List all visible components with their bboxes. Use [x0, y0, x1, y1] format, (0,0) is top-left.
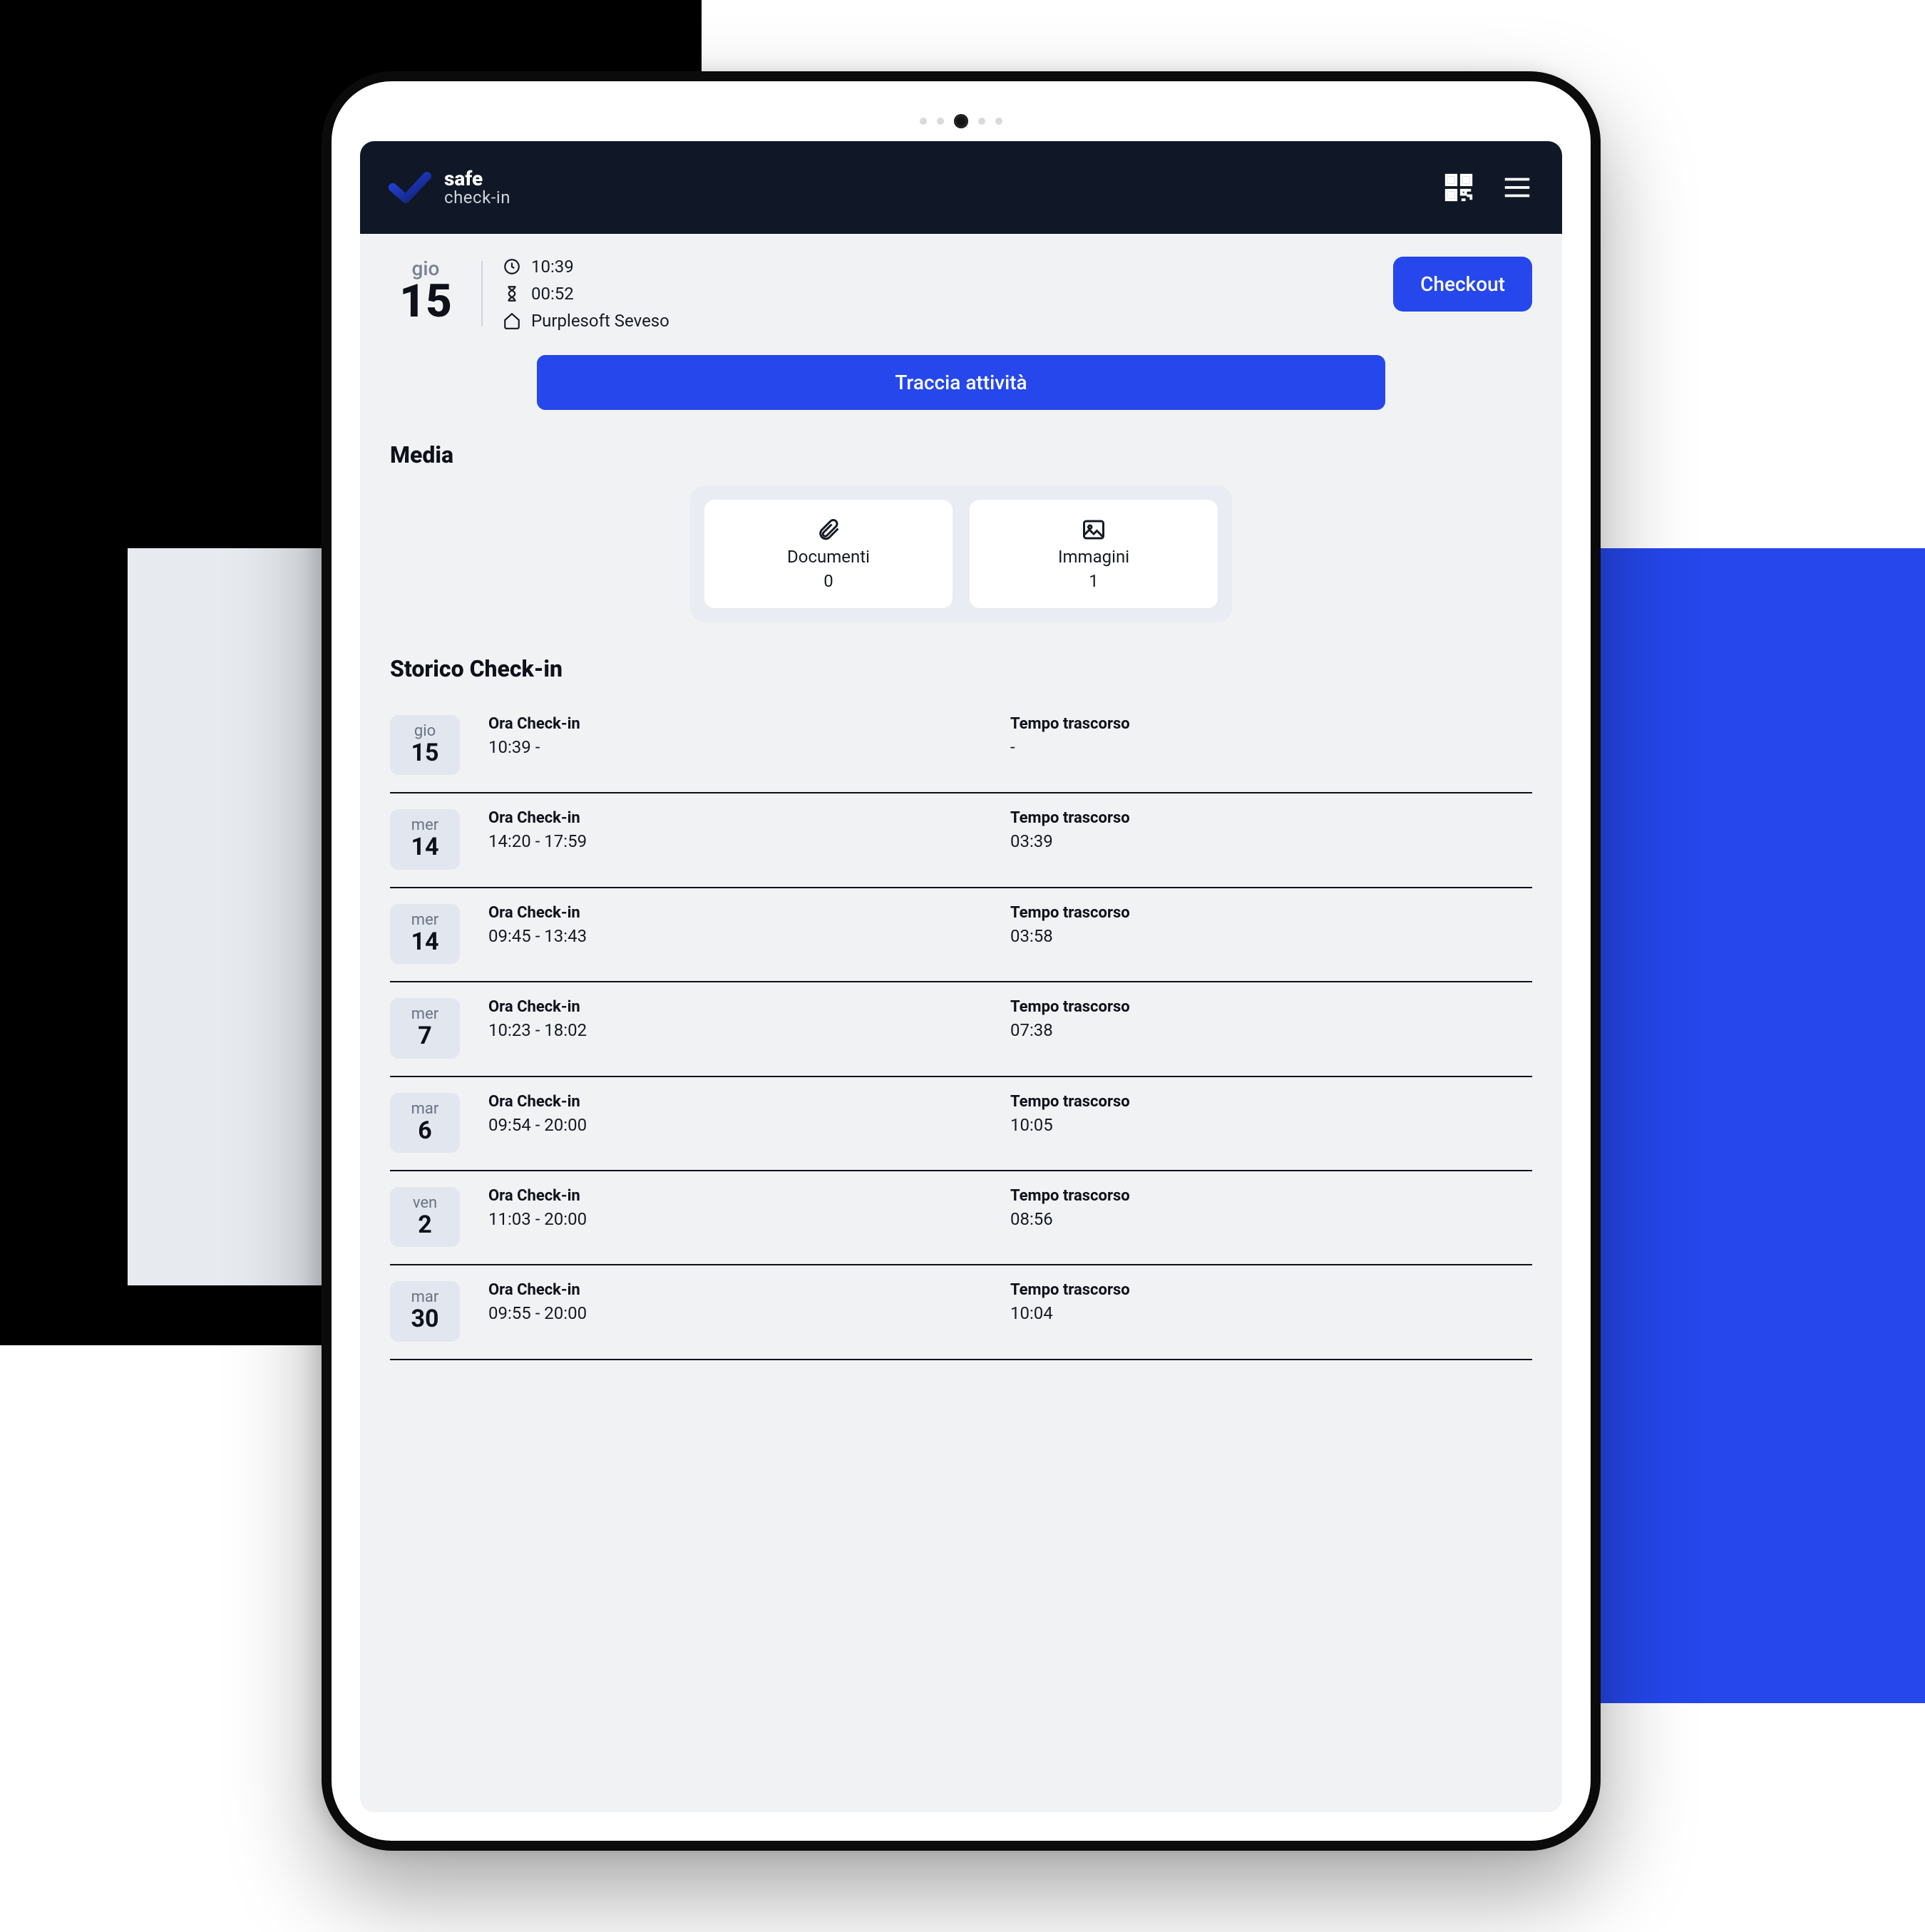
history-row[interactable]: gio 15 Ora Check-in 10:39 - Tempo trasco… — [390, 699, 1532, 793]
history-checkin-value: 14:20 - 17:59 — [488, 831, 1010, 851]
history-checkin-value: 10:39 - — [488, 737, 1010, 757]
history-checkin-value: 09:55 - 20:00 — [488, 1303, 1010, 1323]
history-day: 14 — [411, 929, 438, 955]
elapsed-value: 00:52 — [531, 284, 574, 304]
divider — [481, 261, 483, 327]
history-weekday: mar — [411, 1288, 439, 1306]
history-weekday: mer — [411, 911, 438, 929]
check-logo-icon — [389, 166, 431, 209]
history-elapsed-label: Tempo trascorso — [1010, 1187, 1532, 1205]
history-day: 14 — [411, 834, 438, 860]
menu-icon[interactable] — [1501, 171, 1534, 204]
history-elapsed-value: 10:05 — [1010, 1115, 1532, 1135]
current-date: gio 15 — [390, 257, 461, 324]
history-weekday: ven — [413, 1194, 437, 1212]
brand-line2: check-in — [444, 189, 510, 206]
history-checkin-value: 09:54 - 20:00 — [488, 1115, 1010, 1135]
tablet-screen: safe check-in gio 15 — [332, 81, 1591, 1841]
history-row[interactable]: mer 14 Ora Check-in 14:20 - 17:59 Tempo … — [390, 793, 1532, 888]
elapsed-row: 00:52 — [503, 284, 669, 304]
history-weekday: mer — [411, 816, 438, 834]
history-checkin-value: 10:23 - 18:02 — [488, 1020, 1010, 1040]
images-count: 1 — [1089, 571, 1099, 591]
history-elapsed-value: 03:58 — [1010, 926, 1532, 946]
history-date-chip: mar 30 — [390, 1281, 460, 1341]
history-checkin-value: 09:45 - 13:43 — [488, 926, 1010, 946]
tablet-notch — [360, 114, 1562, 128]
history-elapsed-value: 10:04 — [1010, 1303, 1532, 1323]
attachment-icon — [816, 517, 841, 543]
clock-icon — [503, 257, 521, 276]
location-row: Purplesoft Seveso — [503, 311, 669, 331]
media-section-title: Media — [390, 441, 1532, 468]
history-day: 2 — [418, 1212, 432, 1238]
tablet-frame: safe check-in gio 15 — [322, 71, 1601, 1851]
hourglass-icon — [503, 284, 521, 303]
image-icon — [1081, 517, 1107, 543]
history-row[interactable]: ven 2 Ora Check-in 11:03 - 20:00 Tempo t… — [390, 1171, 1532, 1265]
history-row[interactable]: mar 6 Ora Check-in 09:54 - 20:00 Tempo t… — [390, 1077, 1532, 1171]
history-day: 7 — [418, 1023, 432, 1049]
app-header: safe check-in — [360, 141, 1562, 234]
history-elapsed-label: Tempo trascorso — [1010, 998, 1532, 1016]
history-date-chip: mer 14 — [390, 904, 460, 964]
history-date-chip: mar 6 — [390, 1093, 460, 1153]
history-checkin-label: Ora Check-in — [488, 904, 1010, 922]
history-checkin-label: Ora Check-in — [488, 1093, 1010, 1111]
track-activity-button[interactable]: Traccia attività — [537, 355, 1385, 410]
summary-row: gio 15 10:39 00:52 — [390, 257, 1532, 331]
history-checkin-value: 11:03 - 20:00 — [488, 1209, 1010, 1229]
history-elapsed-label: Tempo trascorso — [1010, 1093, 1532, 1111]
history-checkin-label: Ora Check-in — [488, 715, 1010, 733]
app-content: gio 15 10:39 00:52 — [360, 234, 1562, 1812]
history-weekday: mer — [411, 1005, 438, 1023]
brand-logo: safe check-in — [389, 166, 510, 209]
history-checkin-label: Ora Check-in — [488, 1281, 1010, 1299]
history-elapsed-value: 07:38 — [1010, 1020, 1532, 1040]
history-elapsed-label: Tempo trascorso — [1010, 809, 1532, 827]
checkout-button[interactable]: Checkout — [1393, 257, 1532, 312]
documents-count: 0 — [823, 571, 833, 591]
history-date-chip: ven 2 — [390, 1187, 460, 1247]
clock-value: 10:39 — [531, 257, 574, 277]
current-day: 15 — [399, 279, 452, 324]
history-day: 6 — [418, 1118, 432, 1144]
images-label: Immagini — [1058, 547, 1129, 567]
history-section-title: Storico Check-in — [390, 655, 1532, 682]
history-date-chip: gio 15 — [390, 715, 460, 775]
history-row[interactable]: mar 30 Ora Check-in 09:55 - 20:00 Tempo … — [390, 1265, 1532, 1360]
brand-line1: safe — [444, 169, 510, 189]
history-date-chip: mer 14 — [390, 809, 460, 869]
history-elapsed-label: Tempo trascorso — [1010, 904, 1532, 922]
history-date-chip: mer 7 — [390, 998, 460, 1058]
location-value: Purplesoft Seveso — [531, 311, 669, 331]
documents-label: Documenti — [787, 547, 870, 567]
history-elapsed-value: - — [1010, 737, 1532, 757]
clock-row: 10:39 — [503, 257, 669, 277]
images-card[interactable]: Immagini 1 — [970, 500, 1218, 608]
history-elapsed-label: Tempo trascorso — [1010, 715, 1532, 733]
history-checkin-label: Ora Check-in — [488, 998, 1010, 1016]
history-elapsed-value: 08:56 — [1010, 1209, 1532, 1229]
media-cards: Documenti 0 Immagini 1 — [690, 485, 1232, 622]
history-weekday: mar — [411, 1100, 439, 1118]
history-checkin-label: Ora Check-in — [488, 809, 1010, 827]
history-weekday: gio — [414, 722, 436, 740]
history-day: 15 — [411, 740, 438, 766]
documents-card[interactable]: Documenti 0 — [704, 500, 953, 608]
history-checkin-label: Ora Check-in — [488, 1187, 1010, 1205]
qr-code-icon[interactable] — [1442, 171, 1475, 204]
history-elapsed-label: Tempo trascorso — [1010, 1281, 1532, 1299]
history-day: 30 — [411, 1306, 438, 1332]
history-elapsed-value: 03:39 — [1010, 831, 1532, 851]
history-list: gio 15 Ora Check-in 10:39 - Tempo trasco… — [390, 699, 1532, 1360]
history-row[interactable]: mer 14 Ora Check-in 09:45 - 13:43 Tempo … — [390, 888, 1532, 982]
home-icon — [503, 312, 521, 330]
history-row[interactable]: mer 7 Ora Check-in 10:23 - 18:02 Tempo t… — [390, 982, 1532, 1077]
